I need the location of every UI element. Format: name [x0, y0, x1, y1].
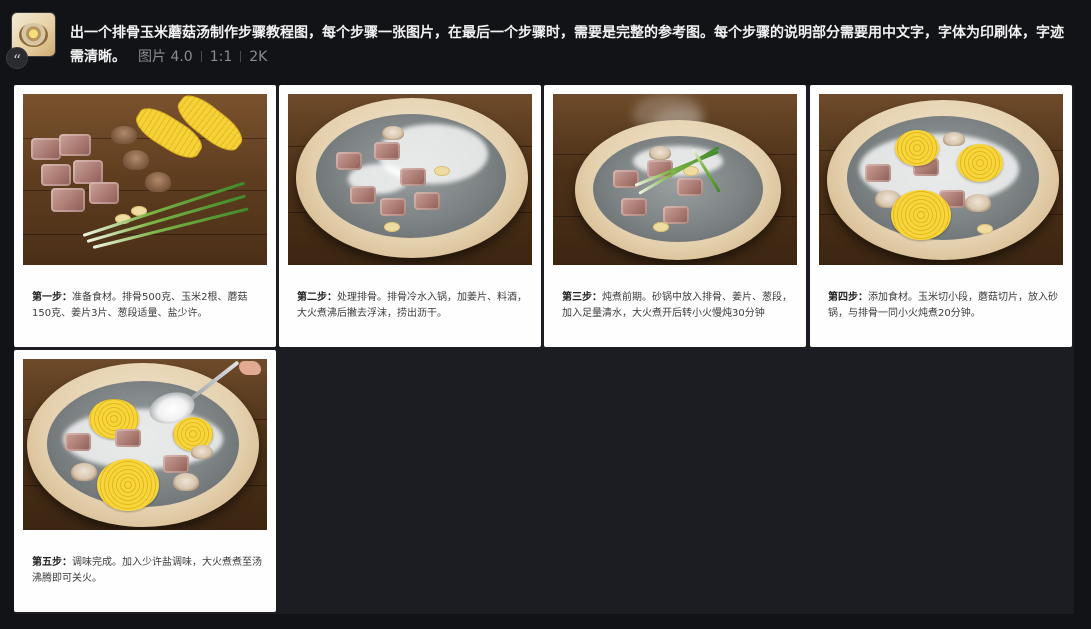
step-card-5[interactable]: 第五步：调味完成。加入少许盐调味，大火煮煮至汤沸腾即可关火。 — [14, 350, 276, 612]
step-1-label: 第一步： — [32, 292, 72, 303]
step-3-label: 第三步： — [562, 292, 602, 303]
step-card-2[interactable]: 第二步：处理排骨。排骨冷水入锅，加姜片、料酒，大火煮沸后撇去浮沫，捞出沥干。 — [279, 85, 541, 347]
step-card-3[interactable]: 第三步：炖煮前期。砂锅中放入排骨、姜片、葱段，加入足量清水，大火煮开后转小火慢炖… — [544, 85, 806, 347]
step-5-image — [23, 359, 267, 530]
step-card-1[interactable]: 第一步：准备食材。排骨500克、玉米2根、蘑菇150克、姜片3片、葱段适量、盐少… — [14, 85, 276, 347]
step-4-caption: 第四步：添加食材。玉米切小段，蘑菇切片，放入砂锅，与排骨一同小火炖煮20分钟。 — [828, 290, 1060, 322]
step-2-caption: 第二步：处理排骨。排骨冷水入锅，加姜片、料酒，大火煮沸后撇去浮沫，捞出沥干。 — [297, 290, 529, 322]
step-5-label: 第五步： — [32, 557, 72, 568]
step-3-image — [553, 94, 797, 265]
generation-meta: 图片 4.0 1:1 2K — [138, 49, 267, 65]
step-1-caption: 第一步：准备食材。排骨500克、玉米2根、蘑菇150克、姜片3片、葱段适量、盐少… — [32, 290, 264, 322]
step-2-image — [288, 94, 532, 265]
meta-model: 图片 4.0 — [138, 49, 193, 65]
step-5-caption: 第五步：调味完成。加入少许盐调味，大火煮煮至汤沸腾即可关火。 — [32, 555, 264, 587]
step-4-image — [819, 94, 1063, 265]
meta-ratio: 1:1 — [209, 49, 233, 65]
image-grid: 第一步：准备食材。排骨500克、玉米2根、蘑菇150克、姜片3片、葱段适量、盐少… — [14, 85, 1074, 614]
step-card-4[interactable]: 第四步：添加食材。玉米切小段，蘑菇切片，放入砂锅，与排骨一同小火炖煮20分钟。 — [810, 85, 1072, 347]
prompt-text: 出一个排骨玉米蘑菇汤制作步骤教程图，每个步骤一张图片，在最后一个步骤时，需要是完… — [70, 21, 1070, 69]
meta-resolution: 2K — [249, 49, 268, 65]
step-3-caption: 第三步：炖煮前期。砂锅中放入排骨、姜片、葱段，加入足量清水，大火煮开后转小火慢炖… — [562, 290, 794, 322]
step-4-label: 第四步： — [828, 292, 868, 303]
step-2-label: 第二步： — [297, 292, 337, 303]
quote-icon[interactable]: “ — [6, 47, 28, 70]
step-1-image — [23, 94, 267, 265]
message-header: “ 出一个排骨玉米蘑菇汤制作步骤教程图，每个步骤一张图片，在最后一个步骤时，需要… — [0, 0, 1091, 84]
